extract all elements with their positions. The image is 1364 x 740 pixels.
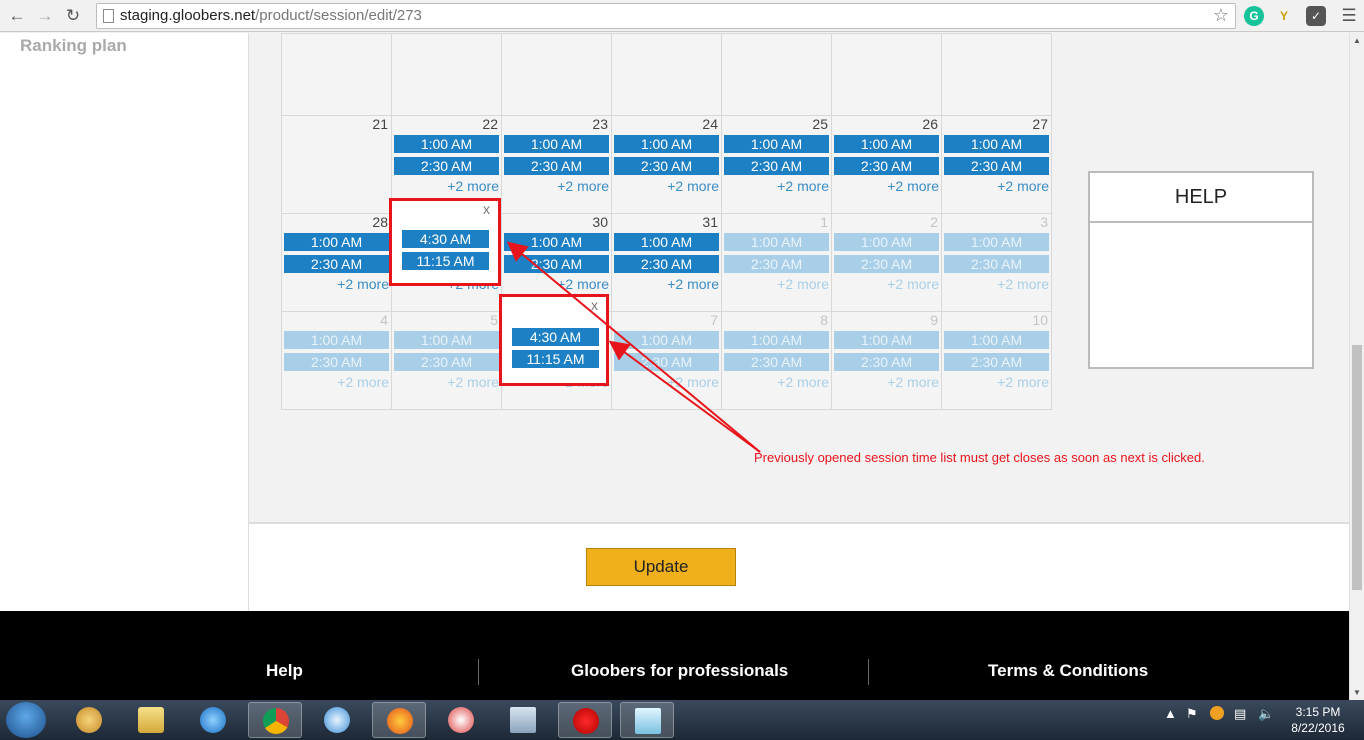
start-button-icon[interactable] bbox=[6, 702, 46, 738]
clock-date: 8/22/2016 bbox=[1291, 721, 1345, 735]
scroll-up-arrow-icon[interactable]: ▲ bbox=[1353, 36, 1361, 45]
windows-taskbar: ▲ ⚑ ▤ 🔈 3:15 PM 8/22/2016 bbox=[0, 700, 1364, 740]
notes-app-icon[interactable] bbox=[620, 702, 674, 738]
site-footer: Help Gloobers for professionals Terms & … bbox=[0, 611, 1349, 700]
arrow-line bbox=[506, 241, 761, 453]
snipping-tool-icon[interactable] bbox=[434, 702, 488, 738]
scroll-down-arrow-icon[interactable]: ▼ bbox=[1353, 688, 1361, 697]
clock-time: 3:15 PM bbox=[1295, 705, 1341, 719]
chrome-icon[interactable] bbox=[248, 702, 302, 738]
scrollbar-thumb[interactable] bbox=[1352, 345, 1362, 590]
app-splat-icon[interactable] bbox=[558, 702, 612, 738]
action-center-flag-icon[interactable]: ⚑ bbox=[1186, 706, 1198, 722]
avast-tray-icon[interactable] bbox=[1210, 706, 1224, 720]
file-explorer-icon[interactable] bbox=[124, 702, 178, 738]
internet-explorer-icon[interactable] bbox=[186, 702, 240, 738]
footer-link-professionals[interactable]: Gloobers for professionals bbox=[571, 661, 788, 681]
network-icon[interactable]: ▤ bbox=[1234, 706, 1246, 722]
footer-divider bbox=[478, 659, 479, 685]
show-hidden-icons-icon[interactable]: ▲ bbox=[1164, 706, 1177, 721]
volume-icon[interactable]: 🔈 bbox=[1258, 706, 1274, 722]
safari-icon[interactable] bbox=[310, 702, 364, 738]
firefox-icon[interactable] bbox=[372, 702, 426, 738]
footer-link-help[interactable]: Help bbox=[266, 661, 303, 681]
update-button[interactable]: Update bbox=[586, 548, 736, 586]
footer-divider bbox=[868, 659, 869, 685]
calculator-icon[interactable] bbox=[496, 702, 550, 738]
paint-app-icon[interactable] bbox=[62, 702, 116, 738]
page-scrollbar[interactable]: ▲ ▼ bbox=[1349, 33, 1364, 700]
help-title: HELP bbox=[1090, 173, 1312, 223]
arrow-line bbox=[608, 340, 761, 453]
system-clock[interactable]: 3:15 PM 8/22/2016 bbox=[1282, 704, 1354, 736]
annotation-text: Previously opened session time list must… bbox=[754, 450, 1205, 465]
help-panel: HELP bbox=[1088, 171, 1314, 369]
footer-link-terms[interactable]: Terms & Conditions bbox=[988, 661, 1148, 681]
